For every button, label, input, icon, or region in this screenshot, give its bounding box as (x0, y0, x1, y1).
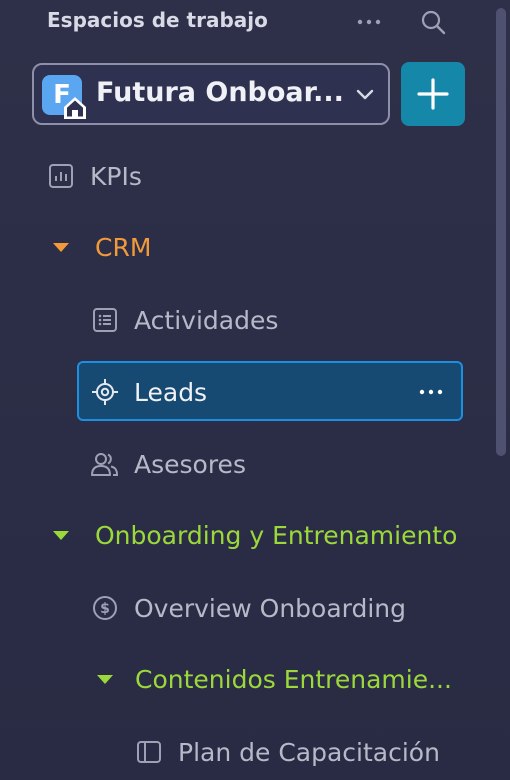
workspace-sidebar: Espacios de trabajo F Futura Onboar... K… (0, 0, 510, 780)
dollar-circle-icon: $ (90, 593, 120, 623)
sidebar-item-label: Onboarding y Entrenamiento (95, 521, 458, 550)
plus-icon (417, 78, 449, 110)
caret-down-icon (53, 531, 69, 540)
sidebar-item-kpis[interactable]: KPIs (46, 161, 142, 191)
sidebar-group-contenidos[interactable]: Contenidos Entrenamie... (91, 665, 452, 694)
caret-down-icon (97, 675, 113, 684)
add-button[interactable] (401, 62, 465, 126)
sidebar-item-overview-onboarding[interactable]: $ Overview Onboarding (90, 593, 406, 623)
sidebar-item-label: Plan de Capacitación (178, 737, 440, 767)
chevron-down-icon (354, 83, 376, 105)
sidebar-item-label: Asesores (134, 449, 246, 479)
sidebar-item-label: Contenidos Entrenamie... (135, 665, 452, 694)
list-icon (90, 305, 120, 335)
sidebar-item-label: CRM (95, 233, 152, 262)
item-more-options-icon[interactable] (418, 387, 446, 397)
svg-text:$: $ (100, 601, 110, 617)
search-icon[interactable] (418, 8, 448, 36)
workspace-name: Futura Onboar... (96, 77, 344, 108)
sidebar-group-crm[interactable]: CRM (47, 233, 151, 262)
sidebar-group-onboarding[interactable]: Onboarding y Entrenamiento (47, 521, 457, 550)
target-icon (90, 377, 120, 407)
sidebar-item-label: Leads (134, 377, 208, 407)
caret-down-icon (53, 243, 69, 252)
sidebar-item-leads-content: Leads (90, 377, 207, 407)
sidebar-item-actividades[interactable]: Actividades (90, 305, 278, 335)
sidebar-item-plan-capacitacion[interactable]: Plan de Capacitación (134, 737, 440, 767)
users-icon (90, 449, 120, 479)
workspace-selector[interactable]: F Futura Onboar... (32, 63, 390, 125)
scrollbar[interactable] (496, 8, 506, 456)
more-options-icon[interactable] (354, 8, 384, 36)
sidebar-panel-icon (134, 737, 164, 767)
bar-chart-icon (46, 161, 76, 191)
header-title: Espacios de trabajo (47, 8, 268, 32)
sidebar-item-label: Overview Onboarding (134, 593, 407, 623)
sidebar-item-asesores[interactable]: Asesores (90, 449, 246, 479)
sidebar-item-label: KPIs (90, 161, 142, 191)
sidebar-item-label: Actividades (134, 305, 279, 335)
home-icon (62, 95, 88, 121)
